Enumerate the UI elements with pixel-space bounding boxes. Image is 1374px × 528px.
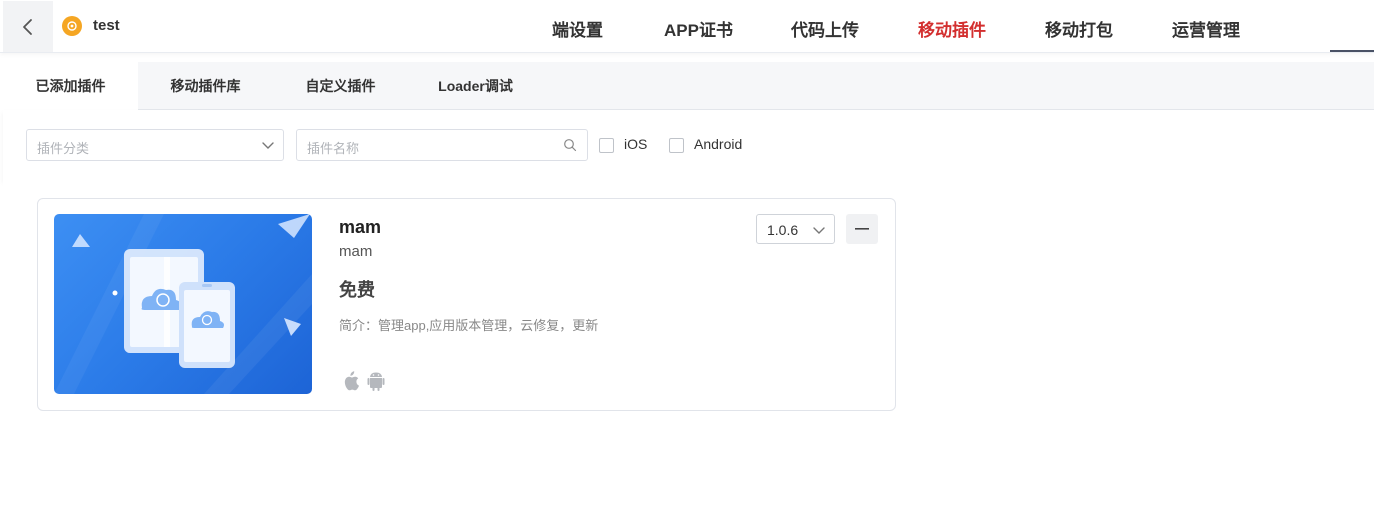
ios-checkbox-label: iOS [624,136,648,152]
platform-icons [341,371,385,391]
app-logo [62,16,82,36]
version-select[interactable]: 1.0.6 [756,214,835,244]
nav-item-operations[interactable]: 运营管理 [1172,16,1240,41]
tab-plugin-library[interactable]: 移动插件库 [138,62,273,110]
tab-custom-plugins[interactable]: 自定义插件 [273,62,408,110]
nav-item-mobile-packaging[interactable]: 移动打包 [1045,16,1113,41]
nav-item-terminal-settings[interactable]: 端设置 [552,16,603,41]
app-name: test [93,17,120,34]
android-icon [367,372,385,391]
chevron-down-icon [813,227,825,234]
chevron-left-icon [23,18,32,35]
plugin-name-placeholder: 插件名称 [307,141,360,156]
plugin-subtitle: mam [339,243,373,260]
tab-loader-debug[interactable]: Loader调试 [408,62,543,110]
filter-bar: 插件分类 插件名称 iOS Android [3,110,1374,180]
devices-cloud-illustration [54,214,312,394]
remove-plugin-button[interactable] [846,214,878,244]
plugin-thumbnail [54,214,312,394]
version-value: 1.0.6 [767,222,799,238]
back-button[interactable] [3,1,53,52]
chevron-down-icon [262,142,274,149]
category-placeholder: 插件分类 [37,141,90,156]
android-checkbox[interactable] [669,138,684,153]
android-checkbox-label: Android [694,136,743,152]
nav-item-app-certificate[interactable]: APP证书 [664,16,733,41]
ios-checkbox[interactable] [599,138,614,153]
tab-bar: 已添加插件 移动插件库 自定义插件 Loader调试 [3,62,1374,111]
apple-icon [344,371,359,391]
nav-divider [1330,50,1374,52]
minus-icon [855,228,869,230]
plugin-description: 简介：管理app,应用版本管理，云修复，更新 [339,318,599,333]
category-select[interactable]: 插件分类 [26,129,284,161]
search-icon [564,139,577,152]
plugin-price: 免费 [339,280,375,300]
app-logo-icon [67,21,77,31]
plugin-name-input[interactable]: 插件名称 [296,129,588,161]
plugin-title: mam [339,217,382,237]
plugin-card[interactable]: mam mam 免费 简介：管理app,应用版本管理，云修复，更新 1.0.6 [37,198,896,411]
nav-item-code-upload[interactable]: 代码上传 [791,16,859,41]
nav-item-mobile-plugins[interactable]: 移动插件 [918,16,986,41]
top-bar: test 端设置 APP证书 代码上传 移动插件 移动打包 运营管理 [0,0,1374,53]
tab-added-plugins[interactable]: 已添加插件 [3,62,138,111]
